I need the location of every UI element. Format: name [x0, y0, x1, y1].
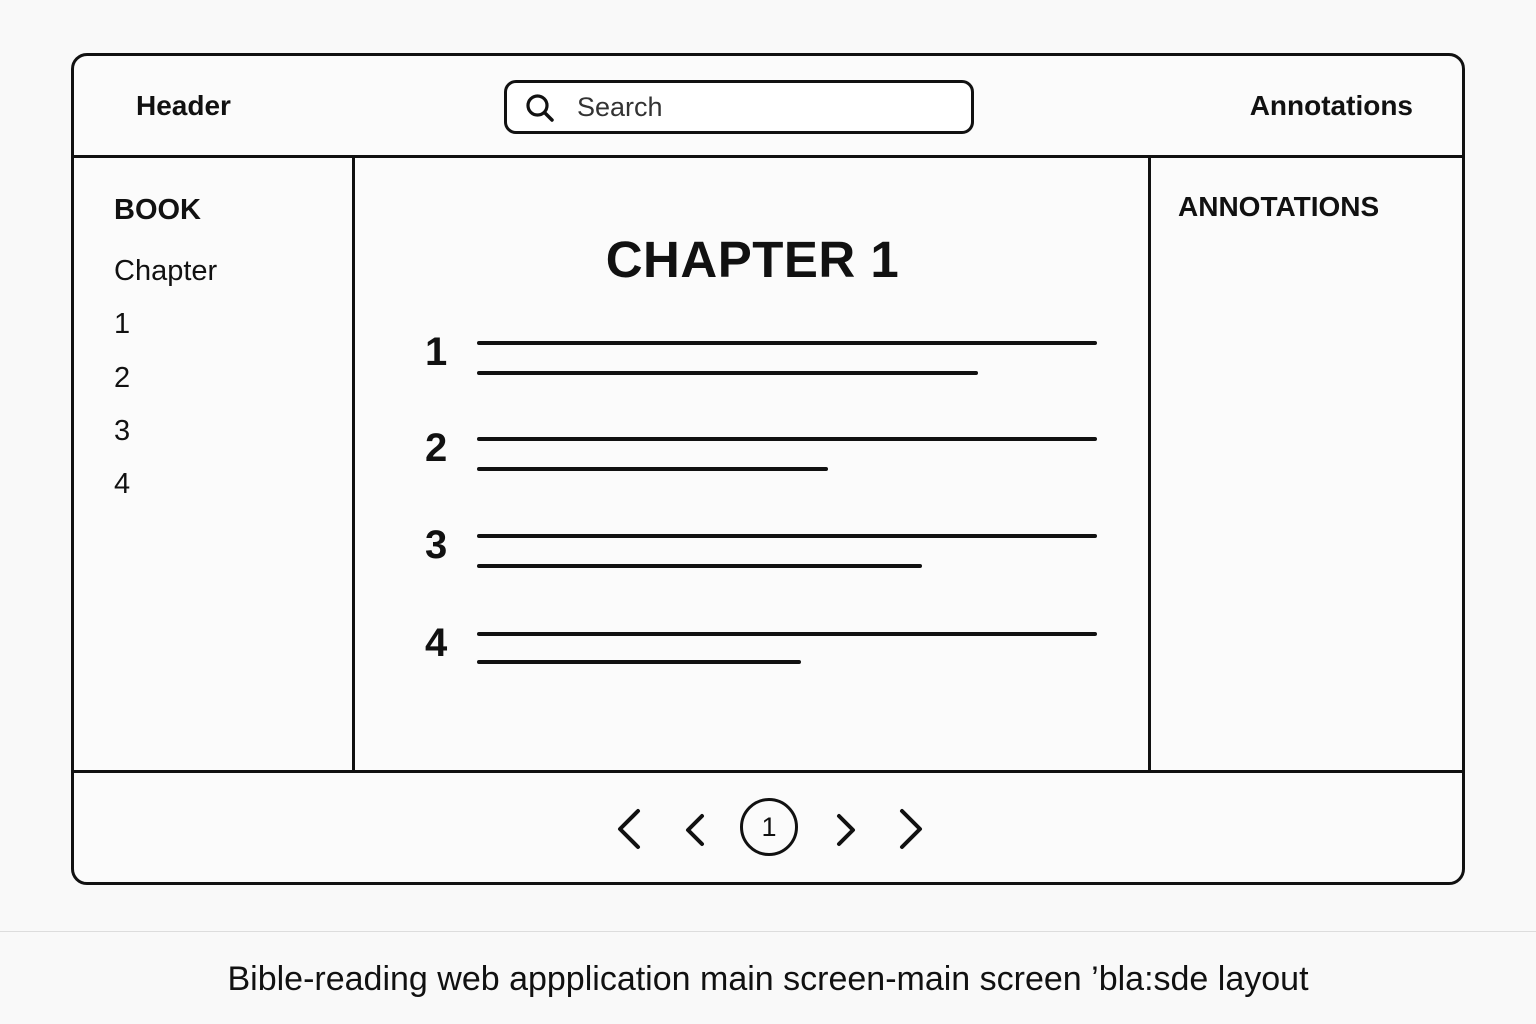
image-caption: Bible-reading web appplication main scre… — [227, 960, 1309, 998]
header-bar: Header Annotations — [74, 56, 1462, 158]
verse-number-2: 2 — [425, 426, 448, 470]
header-title: Header — [136, 90, 231, 121]
sidebar-chapter-1[interactable]: 1 — [114, 308, 130, 341]
sidebar-chapter-3[interactable]: 3 — [114, 415, 130, 448]
caption-divider — [0, 931, 1536, 932]
verse-text-line — [477, 467, 828, 471]
search-input[interactable] — [577, 89, 947, 125]
verse-text-line — [477, 371, 978, 375]
first-page-icon[interactable] — [614, 807, 644, 851]
search-box[interactable] — [504, 80, 974, 134]
annotations-header-link[interactable]: Annotations — [1250, 90, 1413, 122]
current-page-indicator[interactable]: 1 — [740, 798, 798, 856]
last-page-icon[interactable] — [896, 807, 926, 851]
book-sidebar: BOOK Chapter 1 2 3 4 — [74, 158, 355, 773]
verse-text-line — [477, 632, 1097, 636]
annotations-panel: ANNOTATIONS — [1148, 158, 1462, 773]
verse-number-3: 3 — [425, 523, 448, 567]
verse-text-line — [477, 660, 801, 664]
verse-number-4: 4 — [425, 621, 448, 665]
sidebar-chapter-label: Chapter — [114, 255, 218, 287]
verse-number-1: 1 — [425, 330, 448, 374]
verse-text-line — [477, 564, 922, 568]
prev-page-icon[interactable] — [683, 813, 707, 847]
search-icon — [526, 94, 554, 122]
next-page-icon[interactable] — [834, 813, 858, 847]
verse-text-line — [477, 437, 1097, 441]
sidebar-chapter-4[interactable]: 4 — [114, 468, 130, 501]
verse-text-line — [477, 534, 1097, 538]
reading-pane: CHAPTER 1 1 2 3 4 — [355, 158, 1150, 773]
pagination-bar: 1 — [74, 770, 1462, 882]
verse-text-line — [477, 341, 1097, 345]
app-window: Header Annotations BOOK Chapter 1 2 3 4 … — [71, 53, 1465, 885]
annotations-panel-title: ANNOTATIONS — [1178, 191, 1380, 222]
chapter-title: CHAPTER 1 — [605, 231, 900, 288]
sidebar-book-label: BOOK — [114, 194, 201, 226]
sidebar-chapter-2[interactable]: 2 — [114, 362, 130, 395]
